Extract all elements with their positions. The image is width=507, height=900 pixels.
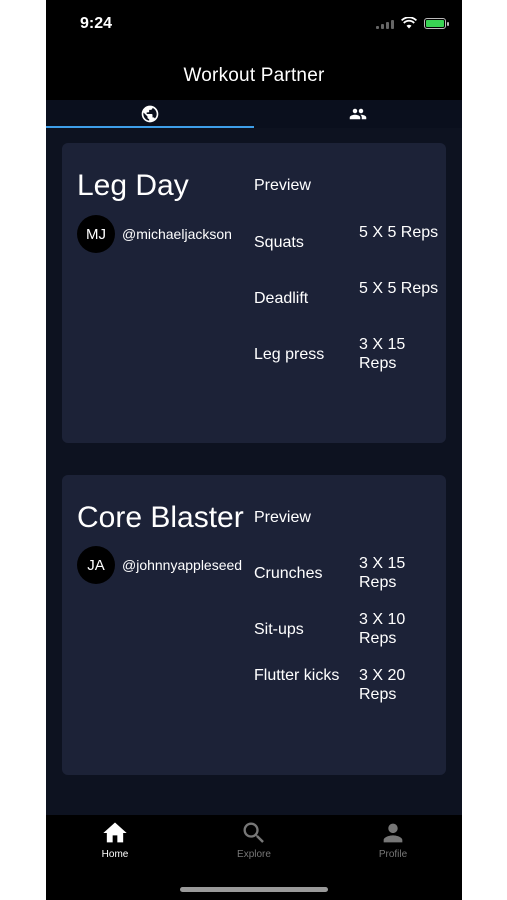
workout-title: Leg Day (77, 169, 189, 202)
exercise-reps: 5 X 5 Reps (359, 280, 439, 297)
exercise-name: Squats (254, 234, 304, 251)
battery-icon (424, 17, 449, 29)
person-icon (383, 823, 403, 843)
preview-label: Preview (254, 509, 311, 526)
status-icons (376, 17, 449, 29)
exercise-reps: 3 X 20 Reps (359, 667, 406, 703)
nav-explore-label: Explore (237, 849, 271, 860)
app-title: Workout Partner (183, 65, 325, 86)
search-icon (243, 822, 264, 843)
app-bar: Workout Partner (46, 52, 462, 100)
preview-label: Preview (254, 177, 311, 194)
username[interactable]: @johnnyappleseed (122, 557, 242, 573)
avatar[interactable]: JA (77, 546, 115, 584)
exercise-name: Leg press (254, 346, 325, 363)
exercise-name: Deadlift (254, 290, 309, 307)
workout-title: Core Blaster (77, 501, 244, 534)
nav-profile-label: Profile (378, 849, 408, 860)
phone-screen: 9:24 Workout Partner Leg Day MJ @michael… (46, 0, 462, 900)
nav-home-label: Home (101, 849, 129, 860)
tab-bar (46, 100, 462, 128)
cellular-signal-icon (376, 17, 394, 29)
exercise-name: Crunches (254, 565, 323, 582)
nav-explore[interactable]: Explore (185, 819, 323, 860)
avatar[interactable]: MJ (77, 215, 115, 253)
nav-profile[interactable]: Profile (324, 819, 462, 860)
workout-card[interactable]: Core Blaster JA @johnnyappleseed Preview… (62, 475, 446, 775)
wifi-icon (401, 17, 417, 29)
home-icon (103, 822, 127, 843)
exercise-reps: 5 X 5 Reps (359, 224, 439, 241)
nav-home[interactable]: Home (46, 819, 184, 860)
username[interactable]: @michaeljackson (122, 226, 232, 242)
home-indicator[interactable] (180, 887, 328, 892)
globe-icon (141, 105, 159, 123)
tab-global[interactable] (46, 100, 254, 128)
avatar-initials: MJ (86, 225, 106, 243)
exercise-reps: 3 X 15 Reps (359, 555, 406, 591)
people-icon (349, 108, 367, 120)
active-tab-indicator (46, 126, 254, 128)
exercise-reps: 3 X 10 Reps (359, 611, 406, 647)
tab-friends[interactable] (254, 100, 462, 128)
workout-card[interactable]: Leg Day MJ @michaeljackson Preview Squat… (62, 143, 446, 443)
status-bar: 9:24 (46, 0, 462, 52)
status-time: 9:24 (80, 15, 113, 32)
exercise-name: Flutter kicks (254, 667, 340, 684)
exercise-reps: 3 X 15 Reps (359, 336, 406, 372)
exercise-name: Sit-ups (254, 621, 304, 638)
avatar-initials: JA (87, 556, 105, 574)
